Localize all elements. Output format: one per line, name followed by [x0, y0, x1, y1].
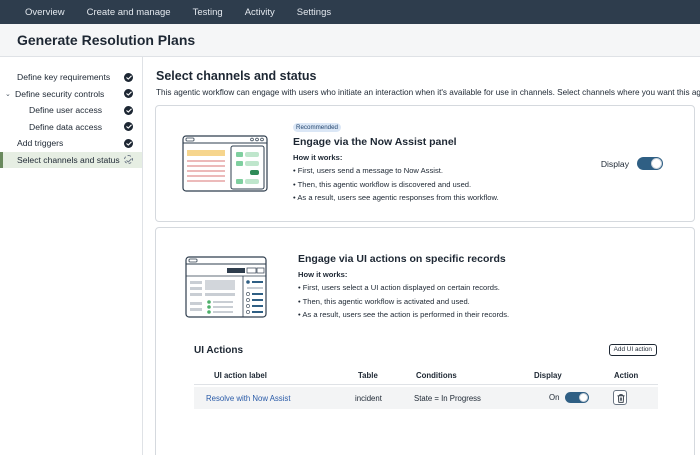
list-item: First, users select a UI action displaye…	[298, 283, 509, 297]
delete-button[interactable]	[613, 390, 627, 405]
column-header: Table	[358, 371, 378, 380]
chevron-down-icon[interactable]: ⌄	[5, 90, 15, 98]
top-nav: Overview Create and manage Testing Activ…	[0, 0, 700, 24]
toggle-knob	[651, 158, 662, 169]
table-cell: incident	[355, 394, 382, 403]
check-circle-icon	[124, 138, 133, 148]
sidebar-item-label: Add triggers	[17, 138, 64, 149]
nav-activity[interactable]: Activity	[234, 7, 286, 18]
now-assist-card: Recommended Engage via the Now Assist pa…	[155, 105, 695, 222]
list-item: As a result, users see the action is per…	[298, 310, 509, 324]
nav-create-and-manage[interactable]: Create and manage	[76, 7, 182, 18]
ui-action-link[interactable]: Resolve with Now Assist	[206, 394, 291, 403]
sidebar-item-label: Define security controls	[15, 88, 105, 99]
nav-settings[interactable]: Settings	[286, 7, 342, 18]
sidebar-item-security-controls[interactable]: ⌄ Define security controls	[0, 86, 142, 103]
ui-actions-heading: UI Actions	[194, 345, 244, 356]
page-title: Generate Resolution Plans	[17, 32, 196, 48]
toggle-knob	[579, 393, 589, 402]
column-header: Action	[614, 371, 639, 380]
card-title: Engage via UI actions on specific record…	[298, 253, 506, 265]
nav-overview[interactable]: Overview	[14, 7, 76, 18]
sidebar-item-add-triggers[interactable]: Add triggers	[0, 135, 142, 152]
sidebar-item-label: Define key requirements	[17, 72, 111, 83]
how-it-works-list: First, users send a message to Now Assis…	[293, 166, 499, 207]
page-header: Generate Resolution Plans	[0, 24, 700, 57]
check-circle-icon	[124, 72, 133, 82]
sidebar-item-label: Select channels and status	[17, 154, 120, 165]
column-header: Display	[534, 371, 562, 380]
table-row: Resolve with Now Assist incident State =…	[194, 387, 658, 409]
list-item: Then, this agentic workflow is activated…	[298, 297, 509, 311]
list-item: Then, this agentic workflow is discovere…	[293, 180, 499, 194]
check-circle-icon	[124, 89, 133, 98]
trash-icon	[617, 393, 624, 403]
display-label: Display	[600, 158, 629, 169]
display-state-label: On	[549, 393, 560, 402]
how-it-works-label: How it works:	[298, 270, 348, 279]
sidebar: Define key requirements ⌄ Define securit…	[0, 57, 143, 455]
main-content: Select channels and status This agentic …	[144, 57, 700, 455]
how-it-works-list: First, users select a UI action displaye…	[298, 283, 509, 324]
list-item: First, users send a message to Now Assis…	[293, 166, 499, 180]
sidebar-item-data-access[interactable]: Define data access	[0, 119, 142, 136]
sidebar-item-user-access[interactable]: Define user access	[0, 102, 142, 119]
section-description: This agentic workflow can engage with us…	[156, 88, 700, 97]
ui-actions-card: Engage via UI actions on specific record…	[155, 227, 695, 455]
how-it-works-label: How it works:	[293, 153, 343, 162]
sidebar-item-label: Define data access	[29, 121, 103, 132]
section-title: Select channels and status	[156, 69, 317, 83]
table-header: UI action label Table Conditions Display…	[194, 368, 658, 385]
check-circle-icon	[124, 122, 133, 131]
display-toggle[interactable]	[637, 157, 663, 170]
display-control: Display	[601, 157, 663, 170]
sidebar-item-channels-status[interactable]: Select channels and status	[0, 151, 142, 168]
chat-panel-illustration	[182, 135, 268, 192]
row-display-control: On	[549, 392, 590, 403]
add-ui-action-button[interactable]: Add UI action	[608, 344, 657, 356]
card-title: Engage via the Now Assist panel	[293, 136, 457, 148]
column-header: UI action label	[214, 371, 267, 380]
nav-testing[interactable]: Testing	[182, 7, 234, 18]
table-cell: State = In Progress	[414, 394, 481, 403]
row-display-toggle[interactable]	[565, 392, 590, 403]
check-circle-icon	[124, 105, 133, 115]
list-item: As a result, users see agentic responses…	[293, 193, 498, 207]
recommended-badge: Recommended	[293, 123, 341, 132]
in-progress-icon	[124, 155, 133, 164]
ui-actions-table: UI action label Table Conditions Display…	[194, 368, 658, 409]
column-header: Conditions	[416, 371, 457, 380]
sidebar-item-label: Define user access	[29, 105, 103, 116]
sidebar-item-key-requirements[interactable]: Define key requirements	[0, 69, 142, 86]
ui-actions-illustration	[185, 256, 267, 318]
